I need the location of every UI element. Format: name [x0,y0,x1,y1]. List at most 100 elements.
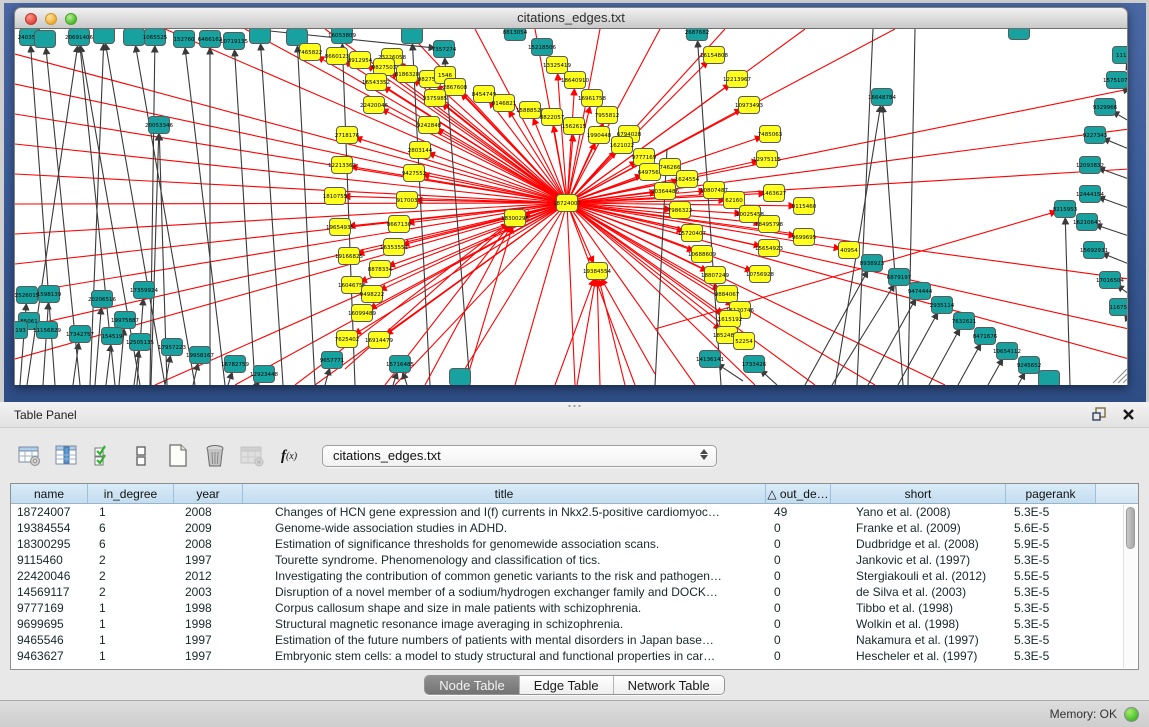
graph-node[interactable]: 7625402 [335,331,360,348]
graph-node[interactable]: 9474444 [908,283,933,300]
graph-node[interactable]: 16099489 [348,305,376,322]
graph-node[interactable]: 10973493 [735,97,763,114]
graph-node[interactable]: 20364486 [651,183,679,200]
table-row[interactable]: 2242004622012Investigating the contribut… [11,568,1138,584]
graph-node[interactable]: 16961758 [578,90,606,107]
graph-node[interactable]: 13325419 [543,57,571,74]
graph-node[interactable]: 16914479 [365,332,393,349]
network-window-titlebar[interactable]: citations_edges.txt [14,7,1128,29]
graph-node[interactable]: 2803144 [408,142,433,159]
graph-node[interactable]: 9227343 [1083,127,1108,144]
table-scrollbar[interactable] [1123,505,1137,668]
graph-node[interactable]: 15716485 [386,356,414,373]
graph-node[interactable]: 152760 [174,31,195,48]
new-document-icon[interactable] [166,444,190,468]
tab-network-table[interactable]: Network Table [613,676,724,694]
graph-node[interactable]: 10719135 [220,33,248,50]
panel-divider-grip[interactable] [567,404,583,409]
graph-node[interactable]: 16353554 [380,239,408,256]
graph-node[interactable]: 17359924 [130,282,158,299]
memory-status-icon[interactable] [1124,707,1139,722]
graph-hub-node[interactable]: 18724007 [553,195,581,212]
graph-node[interactable]: 17342757 [66,326,94,343]
graph-node[interactable]: 7986322 [668,202,693,219]
graph-node[interactable]: 9146821 [492,95,517,112]
column-header-title[interactable]: title [243,484,766,503]
table-row[interactable]: 911546021997Tourette syndrome. Phenomeno… [11,552,1138,568]
graph-node[interactable]: 22420046 [360,97,388,114]
graph-node[interactable]: 16053809 [328,29,356,44]
graph-node[interactable]: 39193 [15,322,28,339]
graph-node[interactable]: 52254 [734,333,755,350]
graph-node[interactable]: 19384554 [583,263,611,280]
graph-node[interactable]: 2687682 [685,29,710,41]
graph-node[interactable]: 154519 [102,328,123,345]
graph-node[interactable]: 12505135 [126,334,154,351]
graph-node[interactable]: 9657771 [320,352,345,369]
graph-node[interactable]: 15654923 [755,240,783,257]
graph-node[interactable]: 6466162 [198,31,223,48]
graph-node[interactable]: 16154808 [700,47,728,64]
graph-node[interactable]: 12213967 [723,71,751,88]
graph-node[interactable]: 17957223 [158,339,186,356]
graph-node[interactable]: 12093832 [1076,157,1104,174]
tab-edge-table[interactable]: Edge Table [519,676,613,694]
graph-node[interactable]: 19975887 [111,312,139,329]
graph-node[interactable]: 15720407 [678,225,706,242]
graph-node[interactable]: 917003 [397,192,418,209]
table-row[interactable]: 946362711997Embryonic stem cells: a mode… [11,648,1138,664]
graph-node[interactable]: 8813054 [503,29,528,41]
graph-node[interactable]: 20691406 [65,29,93,46]
function-builder-icon[interactable]: f(x) [277,444,301,468]
graph-node[interactable]: 19654935 [326,219,354,236]
graph-node[interactable]: 16210643 [1073,214,1101,231]
graph-node[interactable]: 9699695 [792,229,817,246]
graph-node[interactable]: 1810755 [323,188,348,205]
graph-node[interactable]: 1621022 [610,137,635,154]
table-row[interactable]: 946554611997Estimation of the future num… [11,632,1138,648]
graph-node[interactable]: 16543352 [362,74,390,91]
graph-node[interactable]: 7955812 [595,107,620,124]
graph-node[interactable]: 8822057 [540,109,565,126]
graph-node[interactable] [124,29,145,46]
graph-node[interactable] [1009,29,1030,40]
graph-node[interactable]: 116753 [1110,299,1129,316]
column-header-in-degree[interactable]: in_degree [88,484,174,503]
graph-node[interactable]: 9329966 [1093,99,1118,116]
graph-node[interactable]: 1562615 [562,118,587,135]
table-panel-titlebar[interactable]: Table Panel [0,402,1149,428]
table-row[interactable]: 1830029562008Estimation of significance … [11,536,1138,552]
graph-node[interactable]: 16782759 [221,356,249,373]
graph-node[interactable]: 1065525 [143,29,168,46]
graph-node[interactable]: 10756928 [746,266,774,283]
graph-node[interactable]: 1624554 [675,171,700,188]
graph-node[interactable]: 9245652 [1017,357,1042,374]
graph-node[interactable]: 9427552 [402,165,427,182]
graph-node[interactable]: 19166825 [335,248,363,265]
network-window[interactable]: citations_edges.txt 24035572069140610655… [14,7,1128,385]
graph-node[interactable]: 11156829 [33,322,61,339]
graph-node[interactable]: 8660123 [325,48,350,65]
graph-node[interactable]: 1598139 [37,286,62,303]
column-header-year[interactable]: year [174,484,243,503]
graph-node[interactable]: 20053346 [145,117,173,134]
graph-node[interactable]: 1112 [1113,47,1129,64]
delete-table-disabled-icon[interactable] [240,444,264,468]
graph-node[interactable]: 15751074 [1103,72,1128,89]
graph-node[interactable] [250,29,271,44]
graph-node[interactable] [402,29,423,44]
table-row[interactable]: 969969511998Structural magnetic resonanc… [11,616,1138,632]
graph-node[interactable]: 9242848 [417,117,442,134]
row-stack-icon[interactable] [129,444,153,468]
column-header-out-de-[interactable]: △ out_de… [766,484,831,503]
graph-node[interactable]: 7632621 [952,313,977,330]
graph-node[interactable]: 18495798 [755,216,783,233]
graph-node[interactable]: 2718176 [335,127,360,144]
node-table[interactable]: namein_degreeyeartitle△ out_de…shortpage… [10,483,1139,670]
graph-node[interactable] [450,369,471,386]
graph-node[interactable]: 8215953 [1053,201,1078,218]
column-header-name[interactable]: name [11,484,88,503]
graph-node[interactable]: 19958167 [186,347,214,364]
graph-node[interactable]: 7485063 [758,126,783,143]
graph-node[interactable]: 1615192 [718,311,743,328]
